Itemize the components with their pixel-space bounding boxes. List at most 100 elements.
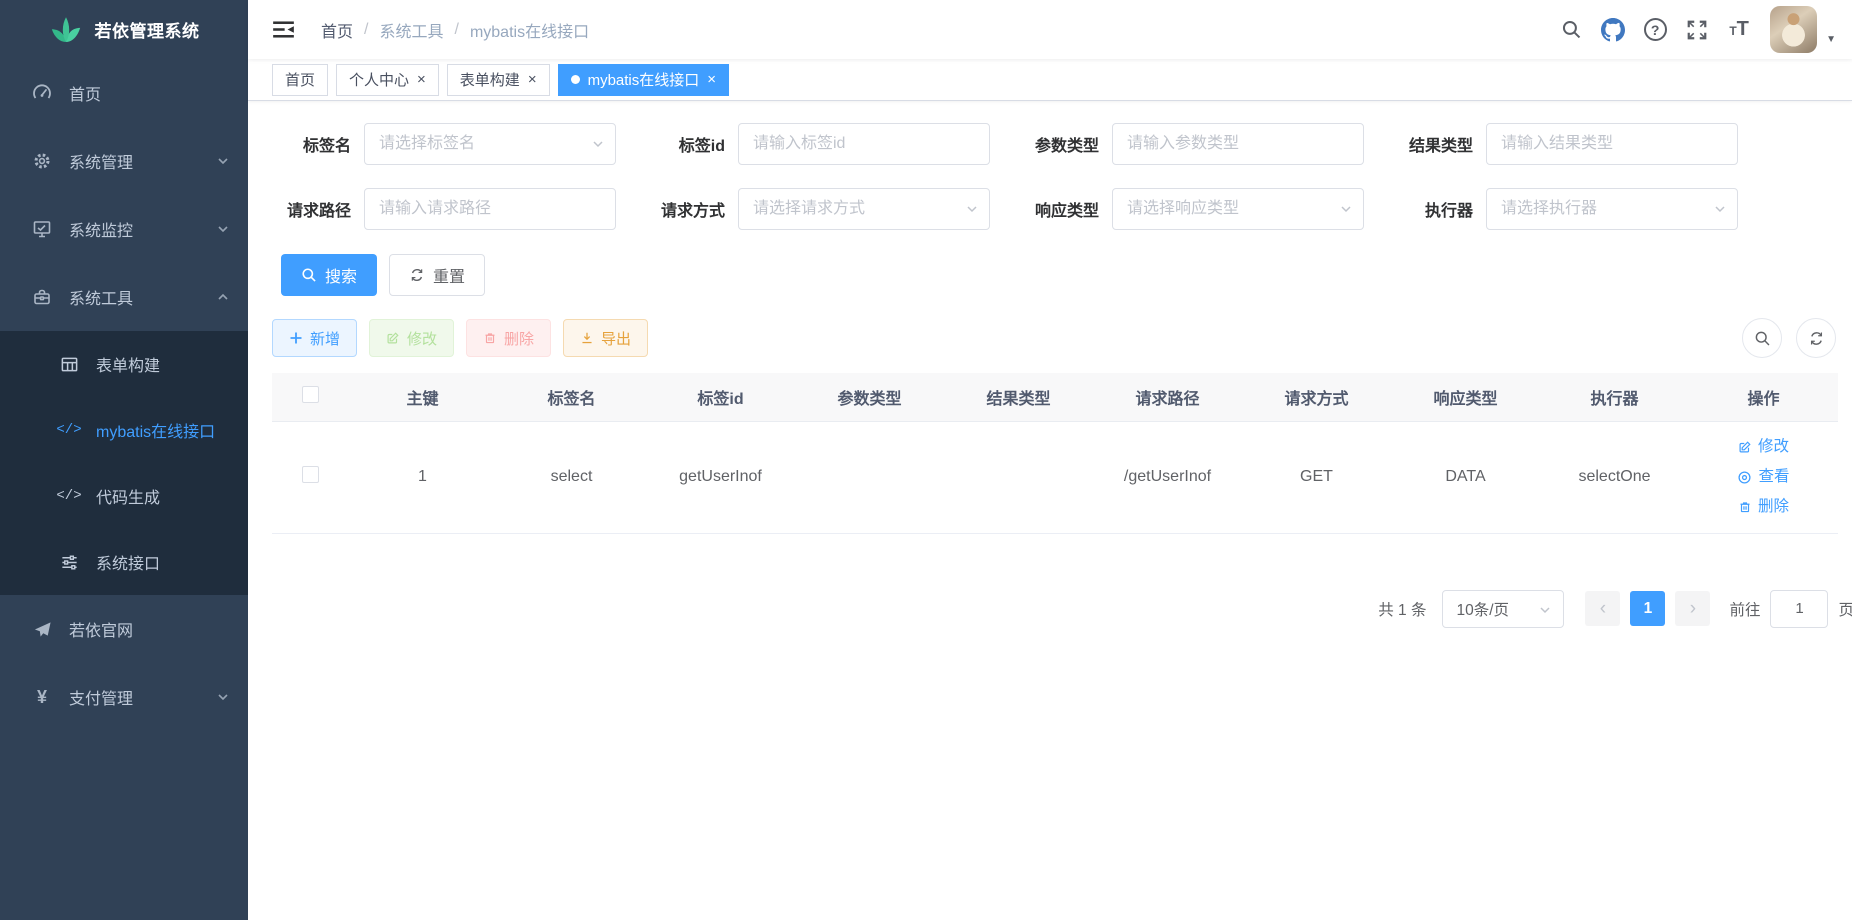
trash-icon: [483, 331, 497, 345]
breadcrumb-current: mybatis在线接口: [470, 18, 589, 42]
sidebar-menu: 首页 系统管理 系统监控: [0, 59, 248, 920]
row-delete-link[interactable]: 删除: [1689, 492, 1838, 522]
user-menu[interactable]: ▼: [1770, 6, 1836, 53]
pagination: 共 1 条 10条/页 ‹ 1 › 前往 页: [272, 590, 1852, 628]
sidebar-item-official-site[interactable]: 若依官网: [0, 595, 248, 663]
cell-response-type: DATA: [1391, 421, 1540, 533]
export-button[interactable]: 导出: [563, 319, 648, 357]
close-icon[interactable]: ×: [417, 72, 426, 87]
search-button[interactable]: 搜索: [281, 254, 377, 296]
reset-button[interactable]: 重置: [389, 254, 485, 296]
chevron-up-icon: [216, 290, 230, 304]
row-checkbox[interactable]: [302, 466, 319, 483]
tab-home[interactable]: 首页: [272, 64, 328, 96]
column-header: 主键: [348, 373, 497, 421]
request-method-select[interactable]: [738, 188, 990, 230]
field-label: 结果类型: [1394, 132, 1486, 156]
edit-icon: [386, 331, 400, 345]
sliders-icon: [57, 553, 81, 572]
sidebar-item-system-api[interactable]: 系统接口: [0, 529, 248, 595]
sidebar-item-label: 首页: [69, 81, 101, 105]
table-grid-icon: [57, 355, 81, 374]
help-doc-icon[interactable]: ?: [1634, 6, 1676, 54]
refresh-icon: [409, 267, 425, 283]
sidebar-item-home[interactable]: 首页: [0, 59, 248, 127]
response-type-select[interactable]: [1112, 188, 1364, 230]
sidebar-item-label: 系统管理: [69, 149, 133, 173]
search-icon: [301, 267, 317, 283]
sidebar-item-mybatis-api[interactable]: </> mybatis在线接口: [0, 397, 248, 463]
cell-request-method: GET: [1242, 421, 1391, 533]
yen-icon: ¥: [30, 687, 54, 708]
cell-tag-name: select: [497, 421, 646, 533]
tag-name-select[interactable]: [364, 123, 616, 165]
sidebar: 若依管理系统 首页 系统管理: [0, 0, 248, 920]
field-result-type: 结果类型: [1394, 123, 1738, 165]
current-page-button[interactable]: 1: [1630, 591, 1665, 626]
tab-label: 个人中心: [349, 69, 409, 90]
toggle-search-button[interactable]: [1742, 318, 1782, 358]
app-title: 若依管理系统: [95, 17, 200, 42]
sidebar-item-pay-manage[interactable]: ¥ 支付管理: [0, 663, 248, 731]
add-button[interactable]: 新增: [272, 319, 357, 357]
row-edit-link[interactable]: 修改: [1689, 432, 1838, 462]
result-type-input[interactable]: [1486, 123, 1738, 165]
close-icon[interactable]: ×: [528, 72, 537, 87]
sidebar-item-form-build[interactable]: 表单构建: [0, 331, 248, 397]
param-type-input[interactable]: [1112, 123, 1364, 165]
collapse-sidebar-icon[interactable]: [272, 18, 295, 41]
sidebar-item-label: mybatis在线接口: [96, 418, 215, 442]
tab-mybatis-api[interactable]: mybatis在线接口 ×: [558, 64, 729, 96]
field-response-type: 响应类型: [1020, 188, 1364, 230]
column-header: 标签id: [646, 373, 795, 421]
code-icon: </>: [57, 488, 81, 504]
avatar[interactable]: [1770, 6, 1817, 53]
refresh-table-button[interactable]: [1796, 318, 1836, 358]
sidebar-item-label: 系统接口: [96, 550, 160, 574]
breadcrumb: 首页 / 系统工具 / mybatis在线接口: [321, 18, 589, 42]
caret-down-icon: ▼: [1826, 34, 1836, 45]
row-view-link[interactable]: 查看: [1689, 462, 1838, 492]
goto-unit-label: 页: [1838, 598, 1852, 620]
tab-profile[interactable]: 个人中心 ×: [336, 64, 439, 96]
breadcrumb-home[interactable]: 首页: [321, 18, 353, 42]
field-label: 响应类型: [1020, 197, 1112, 221]
select-all-checkbox[interactable]: [302, 386, 319, 403]
table-row: 1 select getUserInof /getUserInof GET DA…: [272, 421, 1838, 533]
tab-form-build[interactable]: 表单构建 ×: [447, 64, 550, 96]
page-size-select[interactable]: 10条/页: [1442, 590, 1564, 628]
column-header: 请求路径: [1093, 373, 1242, 421]
table-header-row: 主键 标签名 标签id 参数类型 结果类型 请求路径 请求方式 响应类型 执行器…: [272, 373, 1838, 421]
app-logo[interactable]: 若依管理系统: [0, 0, 248, 59]
field-tag-id: 标签id: [646, 123, 990, 165]
sidebar-item-system-manage[interactable]: 系统管理: [0, 127, 248, 195]
goto-page-input[interactable]: [1770, 590, 1828, 628]
edit-button[interactable]: 修改: [369, 319, 454, 357]
prev-page-button[interactable]: ‹: [1585, 591, 1620, 626]
header-search-icon[interactable]: [1550, 6, 1592, 54]
download-icon: [580, 331, 594, 345]
tab-label: 表单构建: [460, 69, 520, 90]
chevron-down-icon: [1538, 603, 1552, 617]
request-path-input[interactable]: [364, 188, 616, 230]
field-label: 标签名: [272, 132, 364, 156]
tag-id-input[interactable]: [738, 123, 990, 165]
github-icon[interactable]: [1592, 6, 1634, 54]
fullscreen-icon[interactable]: [1676, 6, 1718, 54]
column-header: 参数类型: [795, 373, 944, 421]
sidebar-item-system-tool[interactable]: 系统工具: [0, 263, 248, 331]
chevron-down-icon: [216, 222, 230, 236]
sidebar-item-system-monitor[interactable]: 系统监控: [0, 195, 248, 263]
sidebar-item-code-gen[interactable]: </> 代码生成: [0, 463, 248, 529]
font-size-icon[interactable]: TT: [1718, 6, 1760, 54]
next-page-button[interactable]: ›: [1675, 591, 1710, 626]
breadcrumb-system-tool[interactable]: 系统工具: [379, 18, 443, 42]
monitor-icon: [30, 219, 54, 239]
executor-select[interactable]: [1486, 188, 1738, 230]
column-header: 响应类型: [1391, 373, 1540, 421]
cell-request-path: /getUserInof: [1093, 421, 1242, 533]
dashboard-icon: [30, 83, 54, 103]
close-icon[interactable]: ×: [707, 72, 716, 87]
breadcrumb-separator: /: [364, 21, 368, 39]
delete-button[interactable]: 删除: [466, 319, 551, 357]
